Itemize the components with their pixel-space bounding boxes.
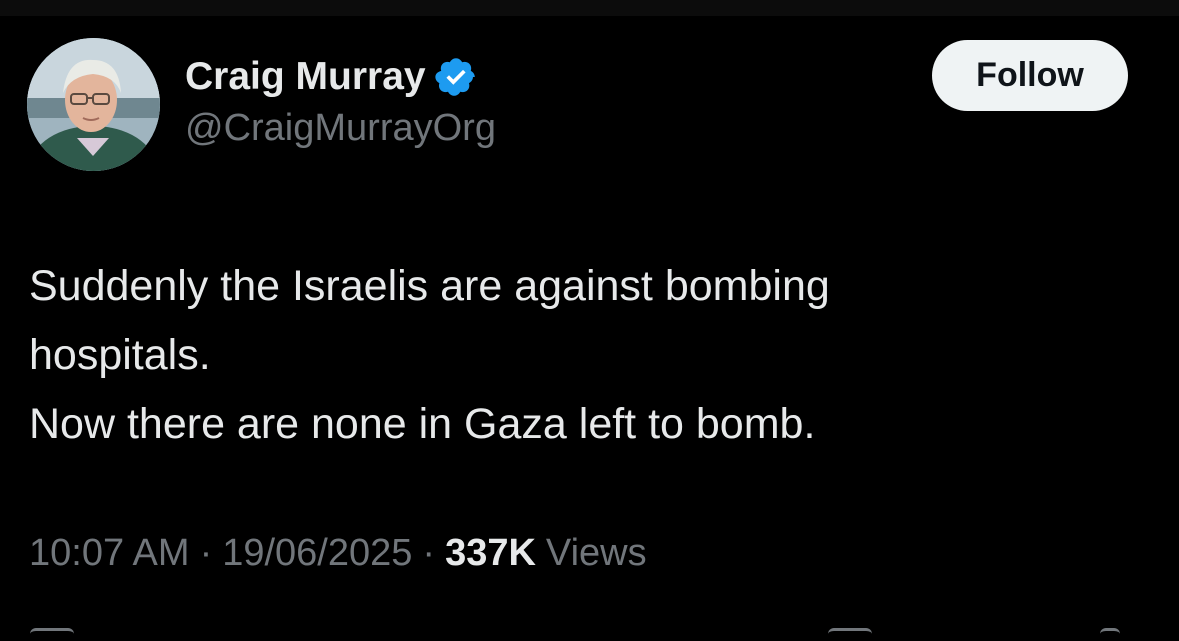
- meta-separator: ·: [199, 532, 213, 574]
- meta-separator: ·: [422, 532, 436, 574]
- tweet-time[interactable]: 10:07 AM: [29, 532, 190, 575]
- share-icon[interactable]: [1100, 628, 1120, 641]
- verified-badge-icon[interactable]: [434, 55, 478, 99]
- tweet-text: Suddenly the Israelis are against bombin…: [29, 252, 1149, 459]
- tweet-text-line: hospitals.: [29, 331, 211, 379]
- tweet-meta: 10:07 AM · 19/06/2025 · 337K Views: [29, 532, 647, 575]
- action-bar-partial: [0, 622, 1179, 633]
- views-count: 337K: [445, 532, 536, 574]
- user-handle[interactable]: @CraigMurrayOrg: [185, 107, 496, 150]
- reply-icon[interactable]: [30, 628, 74, 641]
- name-row: Craig Murray: [185, 52, 478, 102]
- bookmark-icon[interactable]: [828, 628, 872, 641]
- views-label: Views: [545, 532, 647, 574]
- tweet-date[interactable]: 19/06/2025: [222, 532, 412, 575]
- tweet-text-line: Now there are none in Gaza left to bomb.: [29, 400, 816, 448]
- tweet-text-line: Suddenly the Israelis are against bombin…: [29, 262, 830, 310]
- avatar-photo: [27, 38, 160, 171]
- avatar[interactable]: [27, 38, 160, 171]
- follow-button[interactable]: Follow: [932, 40, 1128, 111]
- display-name[interactable]: Craig Murray: [185, 55, 426, 99]
- tweet: Craig Murray @CraigMurrayOrg Follow Sudd…: [0, 0, 1179, 633]
